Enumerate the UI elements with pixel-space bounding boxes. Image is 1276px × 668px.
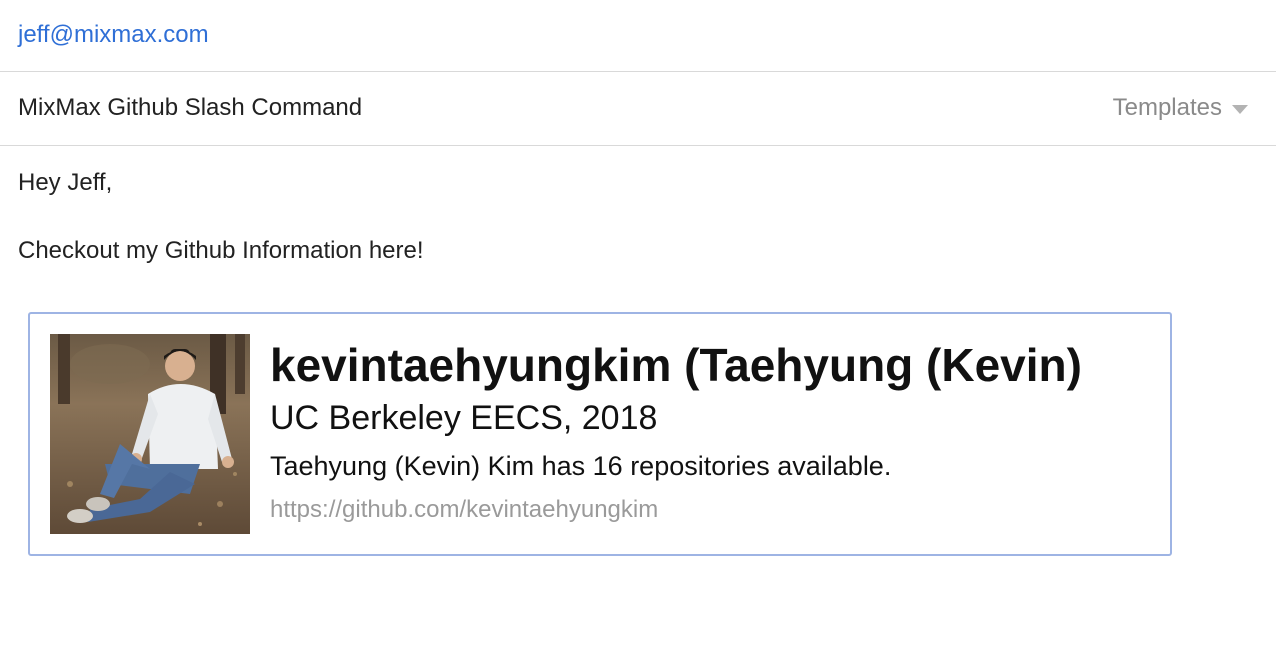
profile-name: kevintaehyungkim (Taehyung (Kevin) — [270, 339, 1082, 391]
recipient-row[interactable]: jeff@mixmax.com — [0, 0, 1276, 72]
chevron-down-icon — [1232, 104, 1248, 114]
subject-text[interactable]: MixMax Github Slash Command — [18, 93, 362, 123]
repo-count-text: Taehyung (Kevin) Kim has 16 repositories… — [270, 451, 892, 481]
card-text-block: kevintaehyungkim (Taehyung (Kevin) UC Be… — [270, 336, 1160, 526]
avatar — [50, 334, 250, 534]
templates-label: Templates — [1112, 94, 1222, 121]
subject-row[interactable]: MixMax Github Slash Command Templates — [0, 72, 1276, 146]
body-greeting[interactable]: Hey Jeff, — [18, 168, 112, 198]
templates-dropdown[interactable]: Templates — [1113, 93, 1248, 123]
github-profile-card[interactable]: kevintaehyungkim (Taehyung (Kevin) UC Be… — [28, 312, 1172, 556]
body-message[interactable]: Checkout my Github Information here! — [18, 236, 424, 266]
recipient-address[interactable]: jeff@mixmax.com — [18, 20, 209, 50]
profile-bio: UC Berkeley EECS, 2018 — [270, 399, 658, 437]
profile-url-link[interactable]: https://github.com/kevintaehyungkim — [270, 494, 658, 526]
avatar-photo — [50, 334, 250, 534]
